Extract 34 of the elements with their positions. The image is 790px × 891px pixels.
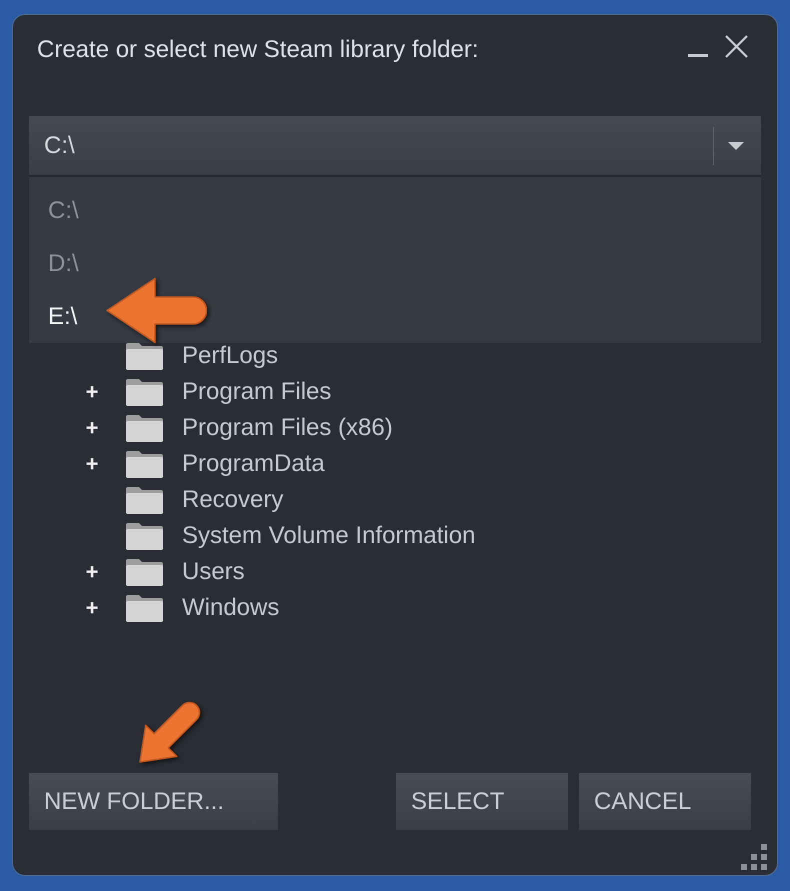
folder-icon bbox=[125, 594, 164, 622]
minimize-icon[interactable] bbox=[688, 54, 708, 58]
expand-toggle[interactable]: + bbox=[80, 451, 104, 477]
folder-icon bbox=[125, 342, 164, 370]
arrow-icon bbox=[105, 277, 207, 344]
folder-name[interactable]: ProgramData bbox=[182, 450, 325, 478]
expand-toggle[interactable]: + bbox=[80, 559, 104, 585]
cancel-button[interactable]: CANCEL bbox=[579, 773, 751, 830]
folder-name[interactable]: Program Files bbox=[182, 378, 332, 406]
folder-name[interactable]: PerfLogs bbox=[182, 342, 278, 370]
expand-toggle[interactable]: + bbox=[80, 595, 104, 621]
expand-toggle[interactable]: + bbox=[80, 415, 104, 441]
dropdown-option[interactable]: C:\ bbox=[29, 184, 761, 237]
select-button[interactable]: SELECT bbox=[396, 773, 568, 830]
drive-dropdown[interactable]: C:\ bbox=[29, 116, 761, 175]
folder-icon bbox=[125, 486, 164, 514]
folder-name[interactable]: Users bbox=[182, 558, 245, 586]
folder-icon bbox=[125, 450, 164, 478]
expand-toggle[interactable]: + bbox=[80, 379, 104, 405]
close-icon[interactable] bbox=[725, 35, 748, 58]
dropdown-option[interactable]: D:\ bbox=[29, 237, 761, 290]
dropdown-option[interactable]: E:\ bbox=[29, 290, 761, 343]
new-folder-button[interactable]: NEW FOLDER... bbox=[29, 773, 278, 830]
dialog-title: Create or select new Steam library folder: bbox=[37, 36, 479, 64]
caret-icon[interactable] bbox=[728, 142, 744, 150]
folder-name[interactable]: Recovery bbox=[182, 486, 284, 514]
folder-name[interactable]: Windows bbox=[182, 594, 280, 622]
resize-grip-icon[interactable] bbox=[741, 844, 767, 870]
folder-name[interactable]: System Volume Information bbox=[182, 522, 476, 550]
folder-icon bbox=[125, 522, 164, 550]
folder-icon bbox=[125, 414, 164, 442]
folder-icon bbox=[125, 558, 164, 586]
folder-icon bbox=[125, 378, 164, 406]
folder-name[interactable]: Program Files (x86) bbox=[182, 414, 393, 442]
